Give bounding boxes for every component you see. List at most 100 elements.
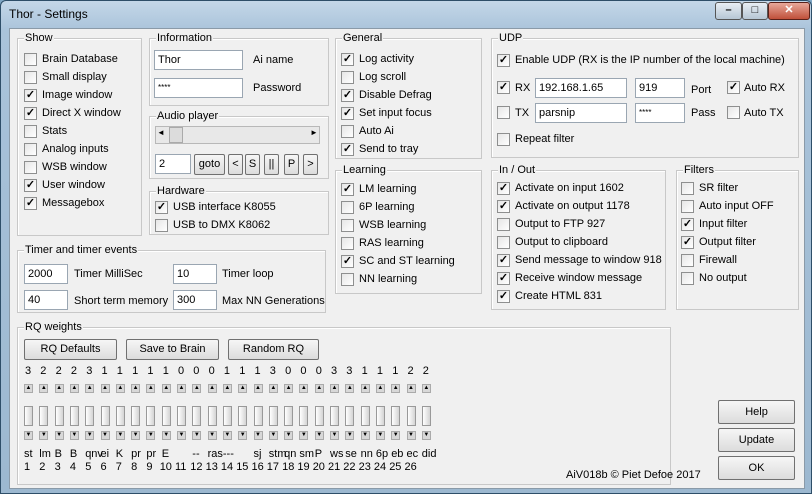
rq-down-arrow-icon[interactable]: ▼ [222,431,232,440]
max-nn-generations-field[interactable]: 300 [173,290,217,310]
audio-scrollbar[interactable]: ◄ ► [155,126,320,144]
rq-up-arrow-icon[interactable]: ▲ [268,384,278,393]
filter-checkbox-3[interactable]: ✓ [681,218,694,231]
rq-down-arrow-icon[interactable]: ▼ [100,431,110,440]
goto-button[interactable]: goto [194,154,225,175]
rq-weight-slider[interactable] [54,406,64,426]
inout-checkbox-3[interactable] [497,218,510,231]
filter-checkbox-6[interactable] [681,272,694,285]
inout-checkbox-1[interactable]: ✓ [497,182,510,195]
show-checkbox-8[interactable]: ✓ [24,179,37,192]
rq-up-arrow-icon[interactable]: ▲ [391,384,401,393]
rq-weight-slider[interactable] [421,406,431,426]
rq-down-arrow-icon[interactable]: ▼ [284,431,294,440]
previous-button[interactable]: < [228,154,243,175]
filter-checkbox-4[interactable]: ✓ [681,236,694,249]
rq-up-arrow-icon[interactable]: ▲ [24,384,33,393]
rq-up-arrow-icon[interactable]: ▲ [177,384,186,393]
auto-rx-checkbox[interactable]: ✓ [727,81,740,94]
rq-up-arrow-icon[interactable]: ▲ [69,384,79,393]
learning-checkbox-6[interactable] [341,273,354,286]
rq-down-arrow-icon[interactable]: ▼ [69,431,79,440]
rq-weight-slider[interactable] [177,406,186,426]
rq-up-arrow-icon[interactable]: ▲ [345,384,355,393]
random-rq-button[interactable]: Random RQ [228,339,319,360]
rq-weight-slider[interactable] [360,406,370,426]
learning-checkbox-4[interactable] [341,237,354,250]
inout-checkbox-6[interactable]: ✓ [497,272,510,285]
stop-button[interactable]: S [245,154,260,175]
general-checkbox-3[interactable]: ✓ [341,89,354,102]
rq-up-arrow-icon[interactable]: ▲ [100,384,110,393]
rq-up-arrow-icon[interactable]: ▲ [421,384,431,393]
rq-weight-slider[interactable] [268,406,278,426]
rq-down-arrow-icon[interactable]: ▼ [24,431,33,440]
auto-tx-checkbox[interactable] [727,106,740,119]
rq-weight-slider[interactable] [375,406,385,426]
next-button[interactable]: > [303,154,318,175]
rq-down-arrow-icon[interactable]: ▼ [161,431,171,440]
rq-weight-slider[interactable] [100,406,110,426]
inout-checkbox-7[interactable]: ✓ [497,290,510,303]
rq-weight-slider[interactable] [85,406,95,426]
rq-down-arrow-icon[interactable]: ▼ [115,431,125,440]
rq-up-arrow-icon[interactable]: ▲ [54,384,64,393]
update-button[interactable]: Update [718,428,795,452]
show-checkbox-1[interactable] [24,53,37,66]
rq-up-arrow-icon[interactable]: ▲ [39,384,49,393]
rq-weight-slider[interactable] [299,406,309,426]
scroll-thumb[interactable] [169,127,183,143]
rq-up-arrow-icon[interactable]: ▲ [192,384,202,393]
rq-down-arrow-icon[interactable]: ▼ [299,431,309,440]
hardware-checkbox-2[interactable] [155,219,168,232]
rq-down-arrow-icon[interactable]: ▼ [177,431,186,440]
rq-down-arrow-icon[interactable]: ▼ [54,431,64,440]
rq-up-arrow-icon[interactable]: ▲ [299,384,309,393]
rq-weight-slider[interactable] [222,406,232,426]
repeat-filter-checkbox[interactable] [497,133,510,146]
rq-weight-slider[interactable] [253,406,263,426]
rq-weight-slider[interactable] [314,406,324,426]
general-checkbox-6[interactable]: ✓ [341,143,354,156]
rq-weight-slider[interactable] [115,406,125,426]
rx-checkbox[interactable]: ✓ [497,81,510,94]
show-checkbox-5[interactable] [24,125,37,138]
rq-down-arrow-icon[interactable]: ▼ [421,431,431,440]
filter-checkbox-1[interactable] [681,182,694,195]
ok-button[interactable]: OK [718,456,795,480]
timer-loop-field[interactable]: 10 [173,264,217,284]
rq-weight-slider[interactable] [238,406,248,426]
ai-name-field[interactable]: Thor [154,50,243,70]
rq-up-arrow-icon[interactable]: ▲ [330,384,339,393]
rq-down-arrow-icon[interactable]: ▼ [85,431,95,440]
rq-weight-slider[interactable] [161,406,171,426]
rq-weight-slider[interactable] [345,406,355,426]
rq-down-arrow-icon[interactable]: ▼ [314,431,324,440]
rq-up-arrow-icon[interactable]: ▲ [238,384,248,393]
rq-weight-slider[interactable] [207,406,217,426]
rq-up-arrow-icon[interactable]: ▲ [161,384,171,393]
rq-up-arrow-icon[interactable]: ▲ [222,384,232,393]
rq-down-arrow-icon[interactable]: ▼ [192,431,202,440]
rq-down-arrow-icon[interactable]: ▼ [131,431,141,440]
short-term-memory-field[interactable]: 40 [24,290,68,310]
filter-checkbox-5[interactable] [681,254,694,267]
close-button[interactable]: ✕ [768,2,810,20]
show-checkbox-3[interactable]: ✓ [24,89,37,102]
rq-up-arrow-icon[interactable]: ▲ [115,384,125,393]
tx-checkbox[interactable] [497,106,510,119]
tx-pass-field[interactable]: **** [635,103,685,123]
rq-weight-slider[interactable] [24,406,33,426]
scroll-right-arrow[interactable]: ► [310,128,318,137]
track-number-field[interactable]: 2 [155,154,191,174]
rq-down-arrow-icon[interactable]: ▼ [330,431,339,440]
pause-button[interactable]: || [264,154,279,175]
scroll-left-arrow[interactable]: ◄ [157,128,165,137]
rq-weight-slider[interactable] [146,406,156,426]
play-button[interactable]: P [284,154,299,175]
rq-down-arrow-icon[interactable]: ▼ [375,431,385,440]
rq-down-arrow-icon[interactable]: ▼ [268,431,278,440]
rq-up-arrow-icon[interactable]: ▲ [146,384,156,393]
rx-ip-field[interactable]: 192.168.1.65 [535,78,627,98]
rq-weight-slider[interactable] [192,406,202,426]
